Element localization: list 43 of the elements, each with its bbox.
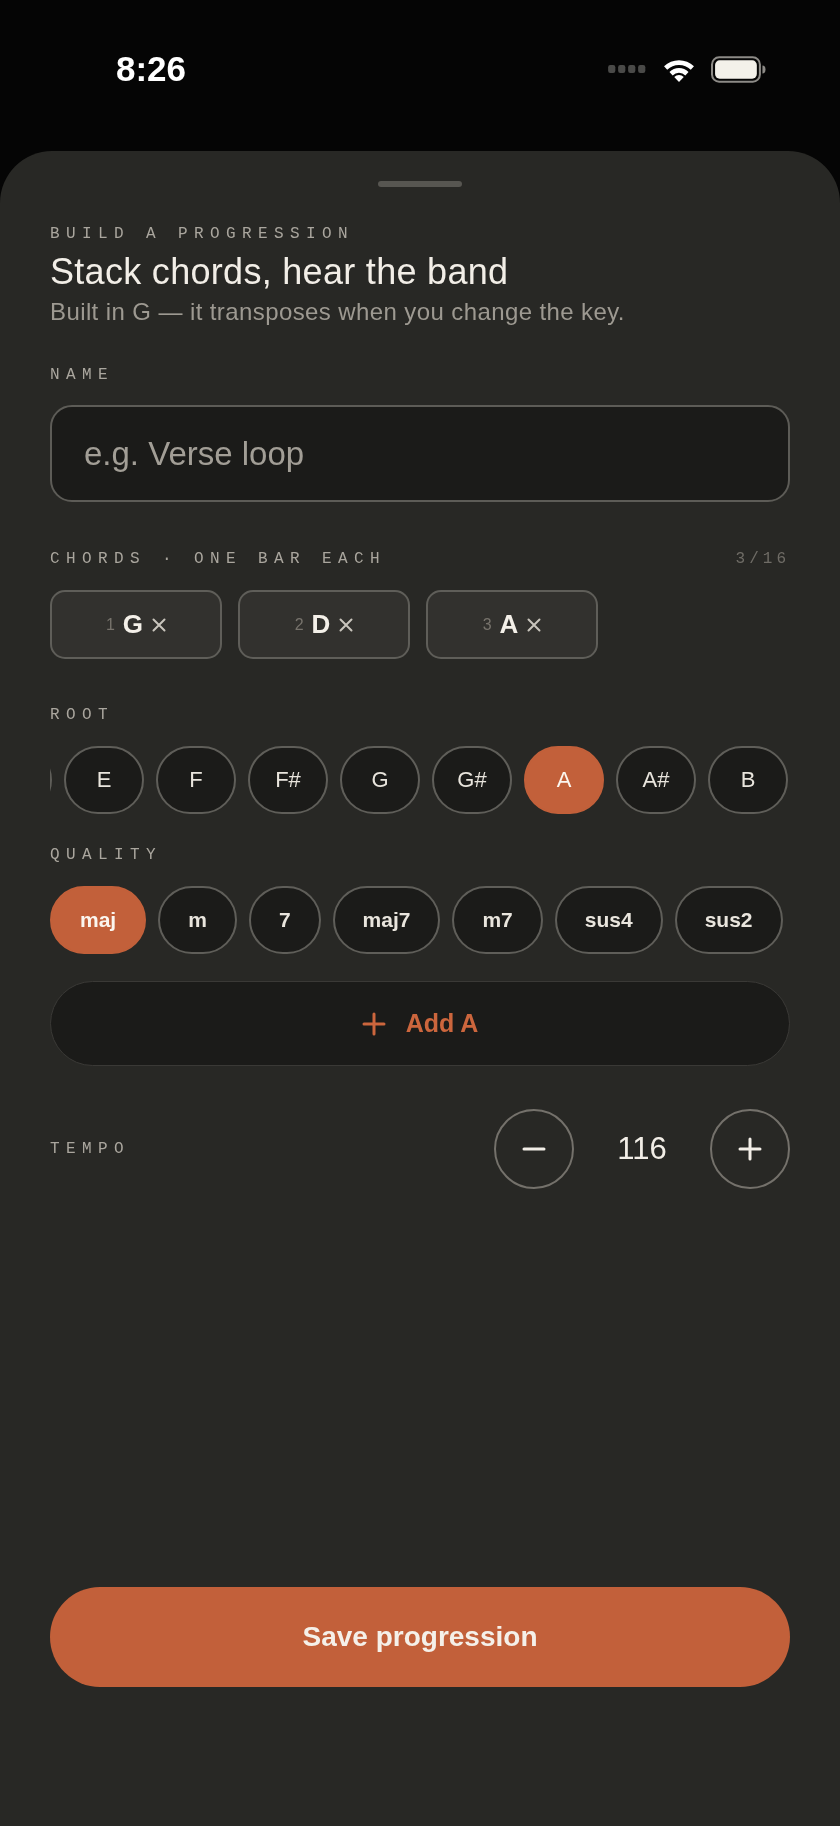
root-note-pill[interactable]: A# [616, 746, 696, 814]
quality-pill[interactable]: 7 [248, 886, 321, 954]
increase-tempo-button[interactable] [710, 1109, 790, 1189]
root-note-pill[interactable]: A [524, 746, 604, 814]
close-icon[interactable] [152, 617, 167, 632]
add-chord-button[interactable]: Add A [50, 981, 790, 1066]
root-label: ROOT [50, 705, 114, 725]
plus-icon [738, 1137, 762, 1161]
root-note-pill[interactable]: E [64, 746, 144, 814]
root-note-pill[interactable]: F [156, 746, 236, 814]
quality-pill[interactable]: maj7 [332, 886, 441, 954]
sheet-title: Stack chords, hear the band [50, 251, 509, 293]
root-note-pill[interactable]: G [340, 746, 420, 814]
tempo-value: 116 [616, 1131, 668, 1167]
save-button[interactable]: Save progression [50, 1587, 790, 1687]
chord-chip[interactable]: 1 G [50, 590, 222, 659]
name-input-field[interactable]: e.g. Verse loop [50, 405, 790, 502]
quality-label: QUALITY [50, 845, 162, 865]
status-time: 8:26 [116, 48, 187, 90]
section-eyebrow: BUILD A PROGRESSION [50, 224, 355, 244]
chord-chip[interactable]: 2 D [238, 590, 410, 659]
quality-pill[interactable]: maj [50, 886, 147, 954]
tempo-label: TEMPO [50, 1139, 130, 1159]
chords-label: CHORDS · ONE BAR EACH [50, 549, 387, 569]
battery-icon [711, 55, 766, 83]
root-note-pill[interactable]: F# [248, 746, 328, 814]
minus-icon [522, 1147, 546, 1151]
quality-pill[interactable]: sus2 [674, 886, 783, 954]
sheet-subtitle: Built in G — it transposes when you change the key. [50, 297, 625, 327]
signal-icon [607, 64, 647, 74]
drag-handle[interactable] [378, 181, 462, 187]
quality-pill[interactable]: sus4 [554, 886, 663, 954]
quality-pill[interactable]: m7 [452, 886, 543, 954]
plus-icon [361, 1011, 386, 1036]
close-icon[interactable] [339, 617, 354, 632]
root-note-pill[interactable]: B [708, 746, 788, 814]
root-note-pill[interactable]: G# [432, 746, 512, 814]
decrease-tempo-button[interactable] [494, 1109, 574, 1189]
name-label: NAME [50, 365, 114, 385]
quality-pill[interactable]: m [158, 886, 237, 954]
chord-chip[interactable]: 3 A [426, 590, 598, 659]
close-icon[interactable] [527, 617, 542, 632]
chord-count: 3/16 [735, 549, 790, 569]
